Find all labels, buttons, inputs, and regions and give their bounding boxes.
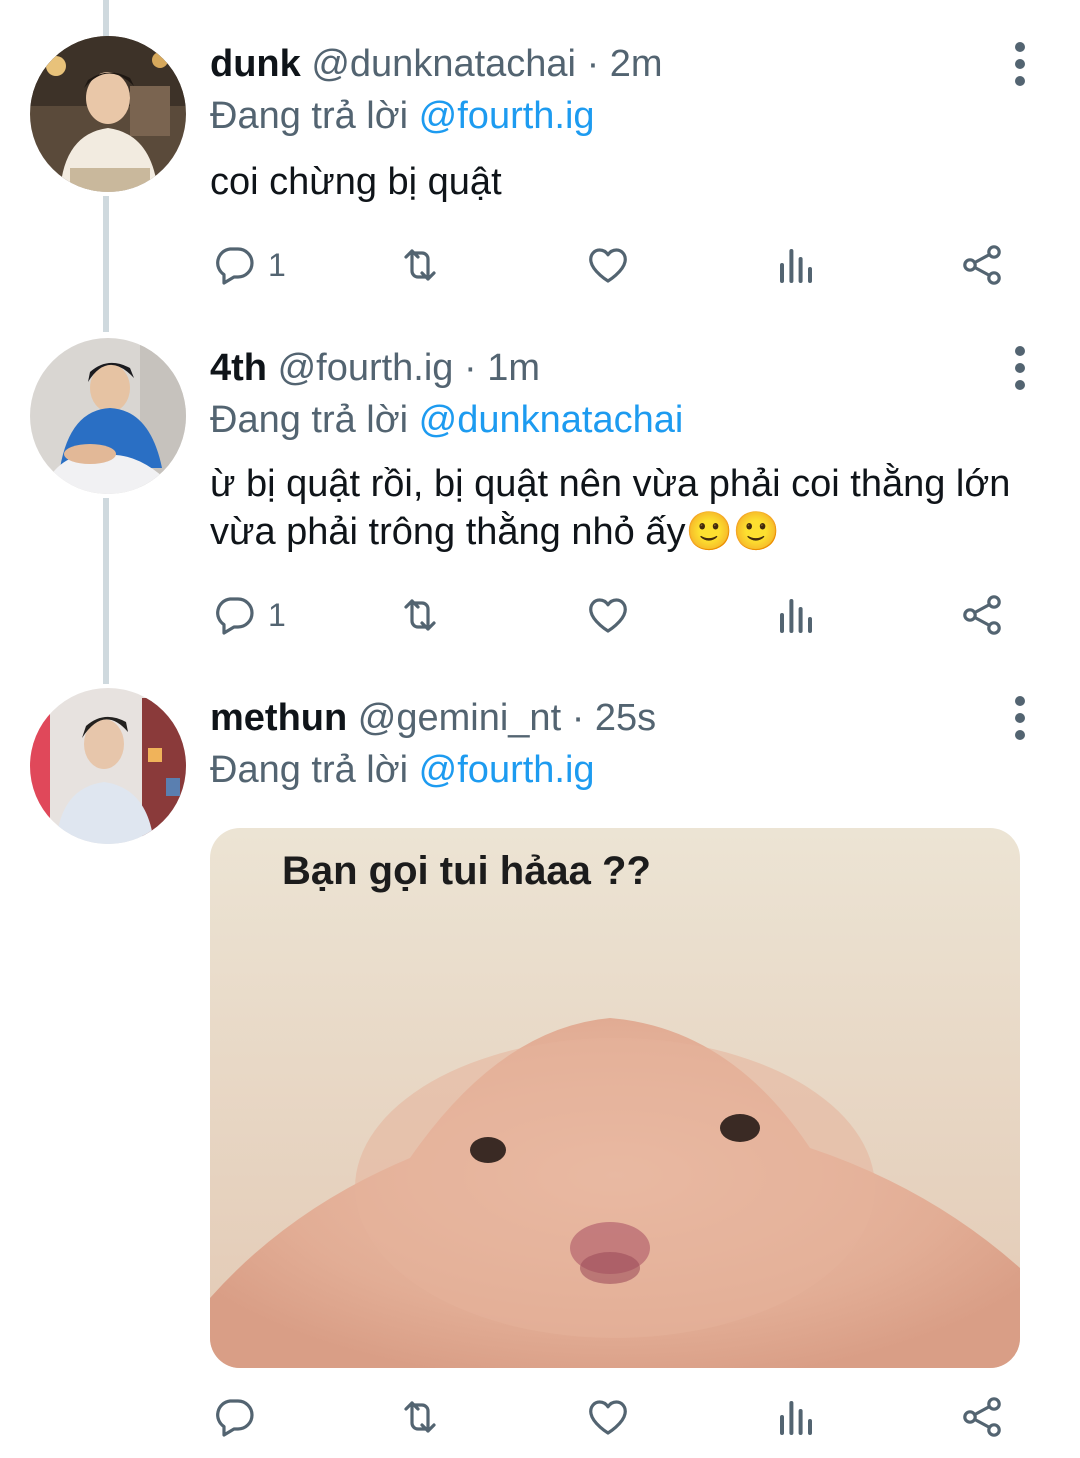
replying-to: Đang trả lời @dunknatachai — [210, 394, 683, 446]
tweet-actions: 1 — [210, 590, 1020, 640]
reply-icon — [216, 1399, 254, 1437]
views-icon — [780, 1401, 812, 1435]
replying-to: Đang trả lời @fourth.ig — [210, 90, 595, 142]
reply-thread: dunk @dunknatachai · 2m Đang trả lời @fo… — [0, 0, 1080, 1458]
views-button[interactable] — [772, 240, 820, 290]
reply-button[interactable]: 1 — [210, 590, 286, 640]
replying-to-label: Đang trả lời — [210, 95, 409, 137]
tweet-text: coi chừng bị quật — [210, 161, 502, 203]
reply-icon — [216, 247, 254, 285]
share-button[interactable] — [958, 1392, 1006, 1442]
tweet[interactable]: methun @gemini_nt · 25s Đang trả lời @fo… — [0, 680, 1080, 1458]
views-icon — [780, 249, 812, 283]
media-image[interactable]: Bạn gọi tui hảaa ?? — [210, 828, 1020, 1368]
replying-to-label: Đang trả lời — [210, 399, 409, 441]
heart-icon — [589, 248, 627, 283]
display-name[interactable]: dunk — [210, 43, 301, 85]
avatar[interactable] — [30, 36, 186, 192]
replying-to-mention[interactable]: @fourth.ig — [419, 749, 595, 791]
share-icon — [963, 1397, 1001, 1437]
display-name[interactable]: 4th — [210, 347, 267, 389]
tweet-header: methun @gemini_nt · 25s — [210, 690, 1000, 746]
user-handle[interactable]: @dunknatachai — [311, 43, 576, 85]
reply-button[interactable] — [210, 1392, 268, 1442]
more-vertical-icon[interactable] — [1008, 696, 1032, 740]
like-button[interactable] — [584, 1392, 632, 1442]
hamster-meme-image — [210, 828, 1020, 1368]
tweet-header: 4th @fourth.ig · 1m — [210, 340, 1000, 396]
views-button[interactable] — [772, 1392, 820, 1442]
more-vertical-icon[interactable] — [1008, 346, 1032, 390]
tweet-timestamp[interactable]: · 1m — [464, 347, 540, 389]
display-name[interactable]: methun — [210, 697, 347, 739]
retweet-icon — [404, 599, 436, 631]
replying-to-mention[interactable]: @fourth.ig — [419, 95, 595, 137]
retweet-button[interactable] — [396, 590, 444, 640]
share-icon — [963, 245, 1001, 285]
views-icon — [780, 599, 812, 633]
retweet-button[interactable] — [396, 1392, 444, 1442]
share-button[interactable] — [958, 590, 1006, 640]
replying-to-label: Đang trả lời — [210, 749, 409, 791]
reply-count: 1 — [268, 246, 286, 283]
avatar[interactable] — [30, 338, 186, 494]
retweet-button[interactable] — [396, 240, 444, 290]
avatar-image — [30, 36, 186, 192]
tweet-actions: 1 — [210, 240, 1020, 290]
like-button[interactable] — [584, 590, 632, 640]
like-button[interactable] — [584, 240, 632, 290]
reply-button[interactable]: 1 — [210, 240, 286, 290]
avatar-image — [30, 688, 186, 844]
tweet-text: ừ bị quật rồi, bị quật nên vừa phải coi … — [210, 463, 1011, 553]
share-icon — [963, 595, 1001, 635]
avatar-image — [30, 338, 186, 494]
share-button[interactable] — [958, 240, 1006, 290]
retweet-icon — [404, 1401, 436, 1433]
tweet-timestamp[interactable]: · 2m — [587, 43, 663, 85]
avatar[interactable] — [30, 688, 186, 844]
media-caption: Bạn gọi tui hảaa ?? — [282, 849, 651, 893]
user-handle[interactable]: @gemini_nt — [358, 697, 561, 739]
replying-to-mention[interactable]: @dunknatachai — [419, 399, 684, 441]
reply-icon — [216, 597, 254, 635]
tweet-header: dunk @dunknatachai · 2m — [210, 36, 1000, 92]
user-handle[interactable]: @fourth.ig — [278, 347, 454, 389]
views-button[interactable] — [772, 590, 820, 640]
tweet[interactable]: 4th @fourth.ig · 1m Đang trả lời @dunkna… — [0, 330, 1080, 680]
tweet-actions — [210, 1392, 1020, 1442]
more-vertical-icon[interactable] — [1008, 42, 1032, 86]
tweet-timestamp[interactable]: · 25s — [572, 697, 656, 739]
tweet[interactable]: dunk @dunknatachai · 2m Đang trả lời @fo… — [0, 0, 1080, 330]
heart-icon — [589, 1400, 627, 1435]
replying-to: Đang trả lời @fourth.ig — [210, 744, 595, 796]
heart-icon — [589, 598, 627, 633]
retweet-icon — [404, 249, 436, 281]
reply-count: 1 — [268, 596, 286, 633]
